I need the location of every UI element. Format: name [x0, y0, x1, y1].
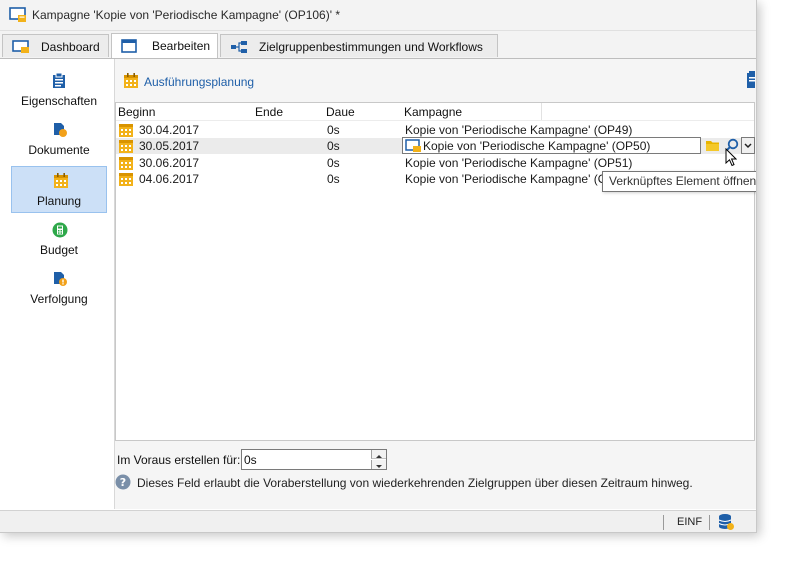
help-icon: ? — [115, 474, 131, 493]
advance-label: Im Voraus erstellen für: — [117, 453, 241, 467]
sidebar-item-label: Budget — [39, 243, 79, 257]
tab-workflows[interactable]: Zielgruppenbestimmungen und Workflows — [220, 34, 498, 57]
cell-dauer: 0s — [327, 172, 340, 186]
status-bar: EINF — [0, 510, 756, 532]
sidebar: Eigenschaften Dokumente Planung Budget V… — [0, 59, 115, 509]
planning-grid: Beginn Ende Daue Kampagne 30.04.2017 0s … — [115, 102, 755, 441]
campaign-icon — [405, 139, 422, 156]
insert-mode-indicator: EINF — [677, 516, 703, 528]
campaign-icon — [9, 7, 27, 26]
window-icon — [121, 39, 137, 56]
column-header-ende[interactable]: Ende — [255, 105, 283, 119]
mouse-cursor-icon — [725, 147, 738, 170]
table-row[interactable]: 30.06.2017 0s Kopie von 'Periodische Kam… — [116, 155, 754, 171]
tooltip: Verknüpftes Element öffnen — [602, 171, 756, 192]
cell-dauer: 0s — [327, 139, 340, 153]
info-text: Dieses Feld erlaubt die Voraberstellung … — [137, 476, 693, 490]
campaign-link-value: Kopie von 'Periodische Kampagne' (OP50) — [423, 139, 651, 153]
section-header: Ausführungsplanung — [115, 59, 756, 99]
cell-dauer: 0s — [327, 156, 340, 170]
column-header-beginn[interactable]: Beginn — [118, 105, 155, 119]
spin-down-button[interactable] — [371, 460, 386, 469]
section-title: Ausführungsplanung — [144, 75, 255, 89]
column-header-dauer[interactable]: Daue — [326, 105, 355, 119]
grid-header: Beginn Ende Daue Kampagne — [116, 103, 754, 121]
advance-duration-field[interactable] — [244, 451, 368, 468]
advance-duration-input[interactable] — [241, 449, 387, 470]
tab-dashboard[interactable]: Dashboard — [2, 34, 109, 57]
table-row[interactable]: 30.04.2017 0s Kopie von 'Periodische Kam… — [116, 122, 754, 138]
sidebar-item-label: Dokumente — [28, 143, 90, 157]
content-area: Ausführungsplanung Beginn Ende Daue Kamp… — [115, 59, 756, 509]
status-separator — [709, 515, 710, 530]
tab-bearbeiten[interactable]: Bearbeiten — [111, 33, 218, 58]
folder-icon[interactable] — [705, 139, 720, 155]
tab-dashboard-label: Dashboard — [41, 40, 100, 54]
documents-icon — [52, 122, 68, 141]
clipboard-icon — [52, 72, 66, 92]
cell-beginn: 04.06.2017 — [139, 172, 200, 186]
tab-strip: Dashboard Bearbeiten Zielgruppenbestimmu… — [0, 31, 756, 59]
sidebar-item-dokumente[interactable]: Dokumente — [11, 116, 107, 162]
column-separator — [541, 103, 542, 120]
cell-dauer: 0s — [327, 123, 340, 137]
status-separator — [663, 515, 664, 530]
title-bar: Kampagne 'Kopie von 'Periodische Kampagn… — [0, 0, 756, 31]
cell-kampagne: Kopie von 'Periodische Kampagne' (OP49) — [405, 123, 633, 137]
campaign-window: Kampagne 'Kopie von 'Periodische Kampagn… — [0, 0, 757, 533]
cell-beginn: 30.05.2017 — [139, 139, 200, 153]
clipboard-icon[interactable] — [745, 71, 755, 92]
calendar-icon — [53, 173, 69, 192]
sidebar-item-planung[interactable]: Planung — [11, 166, 107, 213]
chevron-down-icon — [376, 465, 382, 468]
sidebar-item-label: Verfolgung — [30, 292, 88, 306]
calculator-icon — [52, 222, 68, 241]
database-icon — [717, 513, 735, 532]
workflow-icon — [230, 40, 248, 57]
sidebar-item-label: Planung — [36, 194, 82, 208]
sidebar-item-eigenschaften[interactable]: Eigenschaften — [11, 67, 107, 113]
tab-workflows-label: Zielgruppenbestimmungen und Workflows — [259, 40, 483, 54]
calendar-icon — [118, 171, 134, 190]
table-row-selected[interactable]: 30.05.2017 0s Kopie von 'Periodische Kam… — [116, 137, 755, 155]
spin-up-button[interactable] — [371, 450, 386, 459]
cell-beginn: 30.04.2017 — [139, 123, 200, 137]
campaign-link-field[interactable]: Kopie von 'Periodische Kampagne' (OP50) — [402, 137, 701, 154]
cell-kampagne: Kopie von 'Periodische Kampagne' (OP51) — [405, 156, 633, 170]
tracking-icon — [52, 271, 68, 290]
info-row: ? Dieses Feld erlaubt die Voraberstellun… — [115, 473, 755, 493]
sidebar-item-label: Eigenschaften — [20, 94, 98, 108]
tab-bearbeiten-label: Bearbeiten — [152, 39, 211, 53]
cell-kampagne: Kopie von 'Periodische Kampagne' (O — [405, 172, 608, 186]
sidebar-item-verfolgung[interactable]: Verfolgung — [11, 265, 107, 311]
svg-text:?: ? — [120, 476, 126, 489]
chevron-down-icon — [744, 143, 752, 149]
column-header-kampagne[interactable]: Kampagne — [404, 105, 462, 119]
window-title: Kampagne 'Kopie von 'Periodische Kampagn… — [32, 8, 341, 22]
cell-beginn: 30.06.2017 — [139, 156, 200, 170]
monitor-icon — [12, 40, 30, 57]
sidebar-item-budget[interactable]: Budget — [11, 216, 107, 262]
dropdown-button[interactable] — [741, 137, 755, 154]
calendar-icon — [123, 73, 139, 92]
